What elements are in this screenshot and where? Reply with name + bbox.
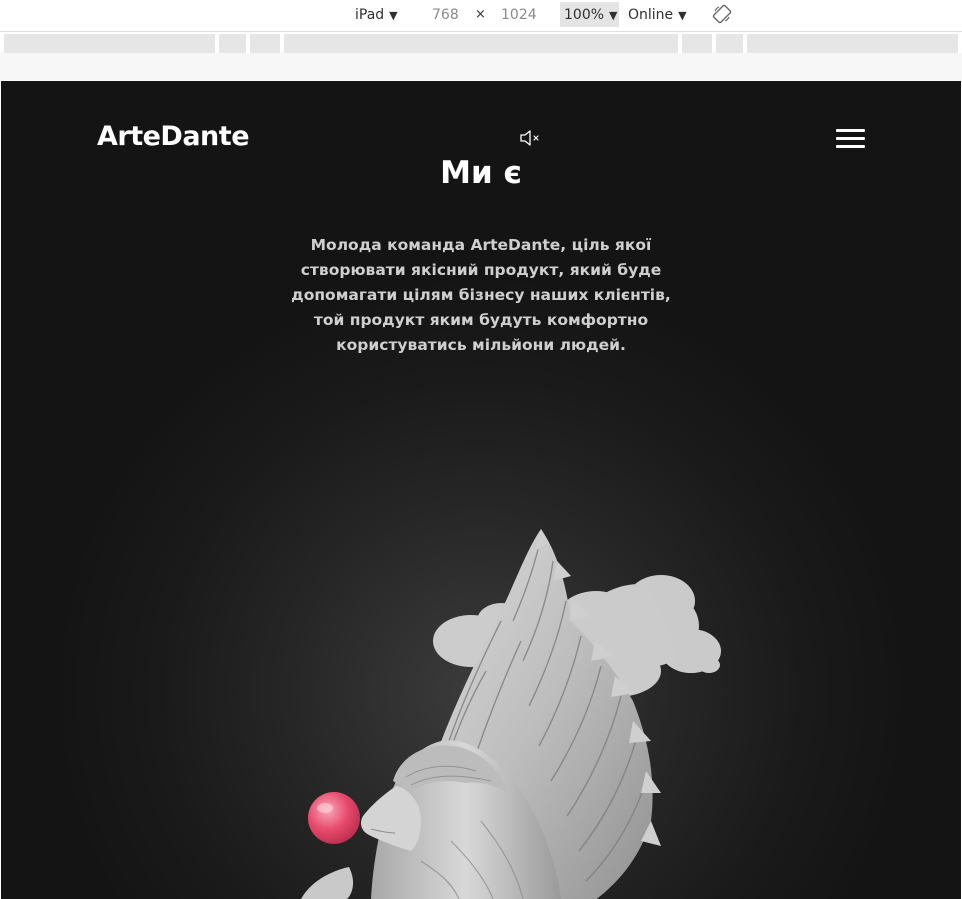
toolbar-divider [0, 31, 962, 32]
media-query-segment[interactable] [747, 34, 958, 53]
media-query-segment[interactable] [250, 34, 280, 53]
media-query-segment[interactable] [682, 34, 712, 53]
media-query-segment[interactable] [4, 34, 215, 53]
page-viewport: ArteDante Ми є Молода команда ArteDante,… [1, 81, 961, 899]
media-query-segment[interactable] [716, 34, 743, 53]
intro-text: Молода команда ArteDante, ціль якої ство… [291, 233, 671, 358]
intro-line: створювати якісний продукт, який буде [300, 261, 662, 279]
hamburger-menu-icon[interactable] [835, 128, 867, 150]
zoom-select-label: 100% [564, 7, 605, 23]
media-query-segment[interactable] [284, 34, 678, 53]
site-logo[interactable]: ArteDante [97, 121, 250, 152]
device-toolbar: iPad ▼ 768 × 1024 100% ▼ Online ▼ [0, 0, 962, 30]
bubble-gum [308, 792, 360, 844]
media-query-segment[interactable] [219, 34, 246, 53]
intro-line: Молода команда ArteDante, ціль якої [310, 236, 652, 254]
network-select-label: Online [628, 7, 674, 23]
caret-down-icon: ▼ [609, 9, 618, 22]
menu-line [836, 137, 865, 140]
intro-line: допомагати цілям бізнесу наших клієнтів, [291, 286, 671, 304]
dimension-separator: × [475, 7, 486, 22]
width-field[interactable]: 768 [432, 6, 459, 24]
menu-line [836, 129, 865, 132]
hero-angel-statue-image [301, 529, 721, 899]
caret-down-icon: ▼ [678, 9, 687, 22]
caret-down-icon: ▼ [389, 9, 398, 22]
rotate-icon[interactable] [712, 4, 732, 24]
ruler-area [0, 53, 962, 80]
media-query-bar [0, 34, 962, 53]
intro-line: користуватись мільйони людей. [336, 336, 626, 354]
menu-line [836, 145, 865, 148]
speaker-muted-icon[interactable] [518, 127, 544, 149]
height-field[interactable]: 1024 [501, 6, 537, 24]
intro-line: той продукт яким будуть комфортно [313, 311, 649, 329]
zoom-select[interactable]: 100% ▼ [564, 6, 618, 25]
section-heading: Ми є [440, 155, 522, 191]
device-select[interactable]: iPad ▼ [355, 6, 398, 25]
device-select-label: iPad [355, 7, 385, 23]
wing-front [301, 867, 354, 899]
network-throttle-select[interactable]: Online ▼ [628, 6, 687, 25]
